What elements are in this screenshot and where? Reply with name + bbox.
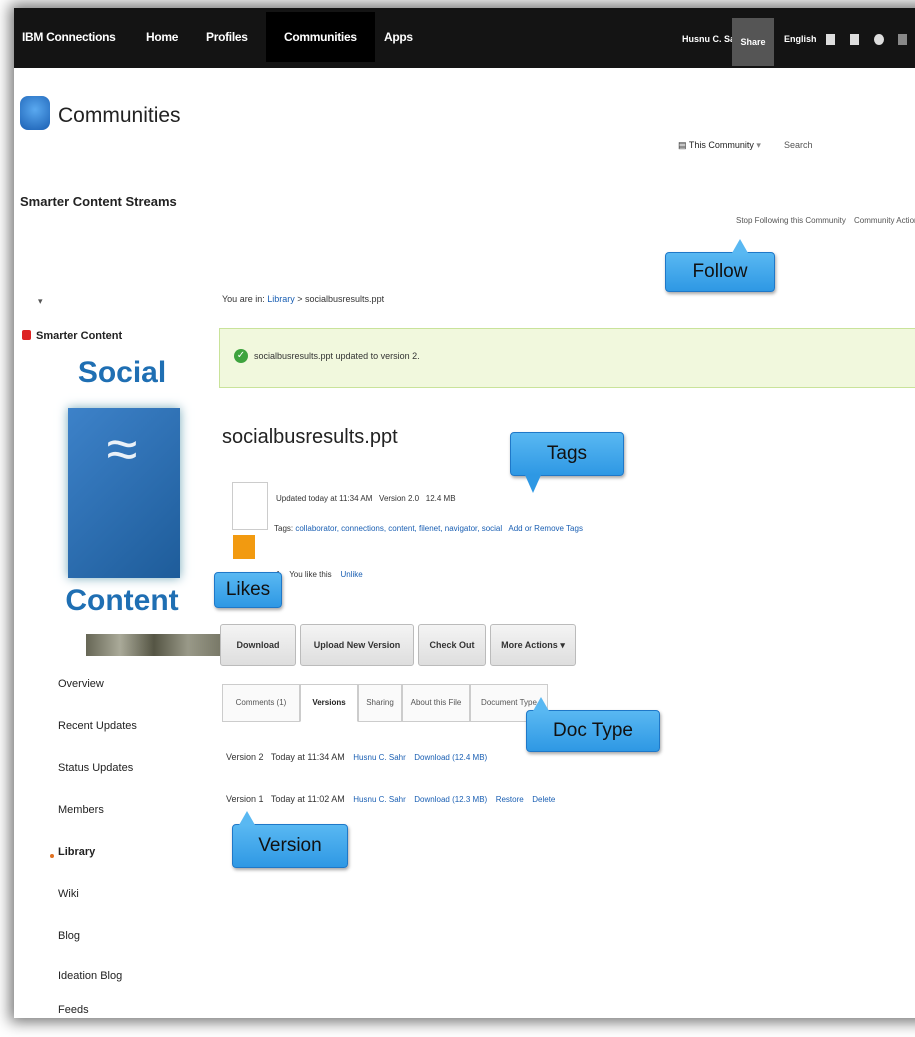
file-icon [232, 482, 268, 559]
upload-new-version-button[interactable]: Upload New Version [300, 624, 414, 666]
callout-version-text: Version [258, 835, 322, 856]
share-button[interactable]: Share [732, 18, 774, 66]
image-word-social: Social [77, 356, 167, 389]
sidebar-item-library[interactable]: Library [58, 846, 95, 858]
delete-link[interactable]: Delete [532, 795, 555, 804]
sidebar-item-members[interactable]: Members [58, 804, 104, 816]
version-download-link[interactable]: Download (12.3 MB) [414, 795, 487, 804]
wave-icon: ≈ [106, 417, 138, 480]
ppt-icon [233, 535, 255, 559]
image-word-content: Content [65, 584, 179, 617]
sidebar-item-wiki[interactable]: Wiki [58, 888, 79, 900]
sidebar-item-overview[interactable]: Overview [58, 678, 104, 690]
file-likes: 1 You like this Unlike [276, 570, 363, 579]
help-icon[interactable] [874, 34, 884, 45]
tab-about-file[interactable]: About this File [402, 684, 470, 722]
version-author-link[interactable]: Husnu C. Sahr [353, 795, 405, 804]
callout-pointer [239, 811, 255, 825]
sidebar-item-blog[interactable]: Blog [58, 930, 80, 942]
page-title: Communities [58, 104, 181, 127]
restore-link[interactable]: Restore [496, 795, 524, 804]
file-updated: Updated today at 11:34 AM [276, 494, 373, 503]
tab-versions[interactable]: Versions [300, 684, 358, 722]
ibm-icon[interactable] [898, 34, 907, 45]
breadcrumb-separator: > [297, 294, 303, 304]
lock-icon [22, 330, 31, 340]
version-author-link[interactable]: Husnu C. Sahr [353, 753, 405, 762]
download-button[interactable]: Download [220, 624, 296, 666]
add-remove-tags-link[interactable]: Add or Remove Tags [508, 524, 583, 533]
callout-doc-type-text: Doc Type [553, 720, 633, 741]
breadcrumb-prefix: You are in: [222, 294, 265, 304]
sidebar-item-feeds[interactable]: Feeds [58, 1004, 89, 1016]
communities-logo-icon [20, 96, 50, 130]
app-window: IBM Connections Home Profiles Communitie… [14, 8, 915, 1018]
sidebar-toggle[interactable]: ▾ [38, 296, 43, 307]
callout-likes: Likes [214, 572, 282, 608]
tab-comments[interactable]: Comments (1) [222, 684, 300, 722]
tab-sharing[interactable]: Sharing [358, 684, 402, 722]
version-row: Version 1 Today at 11:02 AM Husnu C. Sah… [226, 794, 555, 804]
breadcrumb-library-link[interactable]: Library [267, 294, 295, 304]
callout-version: Version [232, 811, 348, 868]
nav-apps[interactable]: Apps [384, 30, 413, 44]
sidebar-item-status-updates[interactable]: Status Updates [58, 762, 133, 774]
callout-tags: Tags [510, 432, 624, 493]
more-actions-button[interactable]: More Actions ▾ [490, 624, 576, 666]
image-strip [86, 634, 222, 656]
callout-pointer [533, 697, 549, 711]
active-item-bullet [50, 854, 54, 858]
nav-communities[interactable]: Communities [266, 12, 375, 62]
tags-label: Tags: [274, 524, 294, 533]
callout-follow-text: Follow [692, 261, 748, 282]
callout-doc-type: Doc Type [526, 697, 660, 752]
file-tags: Tags: collaborator, connections, content… [274, 524, 583, 533]
banner-message: socialbusresults.ppt updated to version … [254, 351, 420, 361]
callout-pointer [525, 475, 541, 493]
unlike-link[interactable]: Unlike [341, 570, 363, 579]
version-time: Today at 11:02 AM [270, 794, 345, 804]
brand-logo[interactable]: IBM Connections [22, 30, 116, 44]
tags-list[interactable]: collaborator, connections, content, file… [295, 524, 502, 533]
breadcrumb-file: socialbusresults.ppt [305, 294, 385, 304]
nav-profiles[interactable]: Profiles [206, 30, 248, 44]
version-download-link[interactable]: Download (12.4 MB) [414, 753, 487, 762]
file-size: 12.4 MB [425, 494, 456, 503]
callout-follow: Follow [665, 239, 775, 292]
version-label: Version 2 [226, 752, 264, 762]
community-image: Social ≈ Content [46, 356, 222, 656]
sidebar-item-recent-updates[interactable]: Recent Updates [58, 720, 137, 732]
callout-pointer [732, 239, 748, 253]
document-icon[interactable] [850, 34, 859, 45]
file-title: socialbusresults.ppt [222, 426, 398, 448]
file-meta: Updated today at 11:34 AM Version 2.0 12… [276, 494, 456, 503]
sidebar-item-ideation-blog[interactable]: Ideation Blog [58, 970, 122, 982]
top-navigation-bar: IBM Connections Home Profiles Communitie… [14, 8, 915, 68]
version-row: Version 2 Today at 11:34 AM Husnu C. Sah… [226, 752, 487, 762]
nav-home[interactable]: Home [146, 30, 178, 44]
search-input[interactable]: Search [784, 140, 813, 150]
callout-tags-text: Tags [546, 443, 588, 464]
file-version: Version 2.0 [379, 494, 420, 503]
community-name: Smarter Content Streams [20, 194, 177, 209]
version-label: Version 1 [226, 794, 264, 804]
language-selector[interactable]: English [784, 34, 817, 44]
check-icon: ✓ [234, 349, 248, 363]
success-banner: ✓ socialbusresults.ppt updated to versio… [219, 328, 915, 388]
version-time: Today at 11:34 AM [270, 752, 345, 762]
check-out-button[interactable]: Check Out [418, 624, 486, 666]
callout-likes-text: Likes [225, 579, 271, 600]
breadcrumb: You are in: Library > socialbusresults.p… [222, 294, 384, 304]
stop-following-link[interactable]: Stop Following this Community [736, 216, 846, 225]
like-text: You like this [289, 570, 332, 579]
sidebar-community-title[interactable]: Smarter Content [36, 330, 122, 342]
search-scope[interactable]: ▤ This Community ▾ [678, 140, 761, 151]
community-actions-link[interactable]: Community Actions [854, 216, 915, 225]
mail-icon[interactable] [826, 34, 835, 45]
search-scope-label: This Community [688, 140, 754, 150]
